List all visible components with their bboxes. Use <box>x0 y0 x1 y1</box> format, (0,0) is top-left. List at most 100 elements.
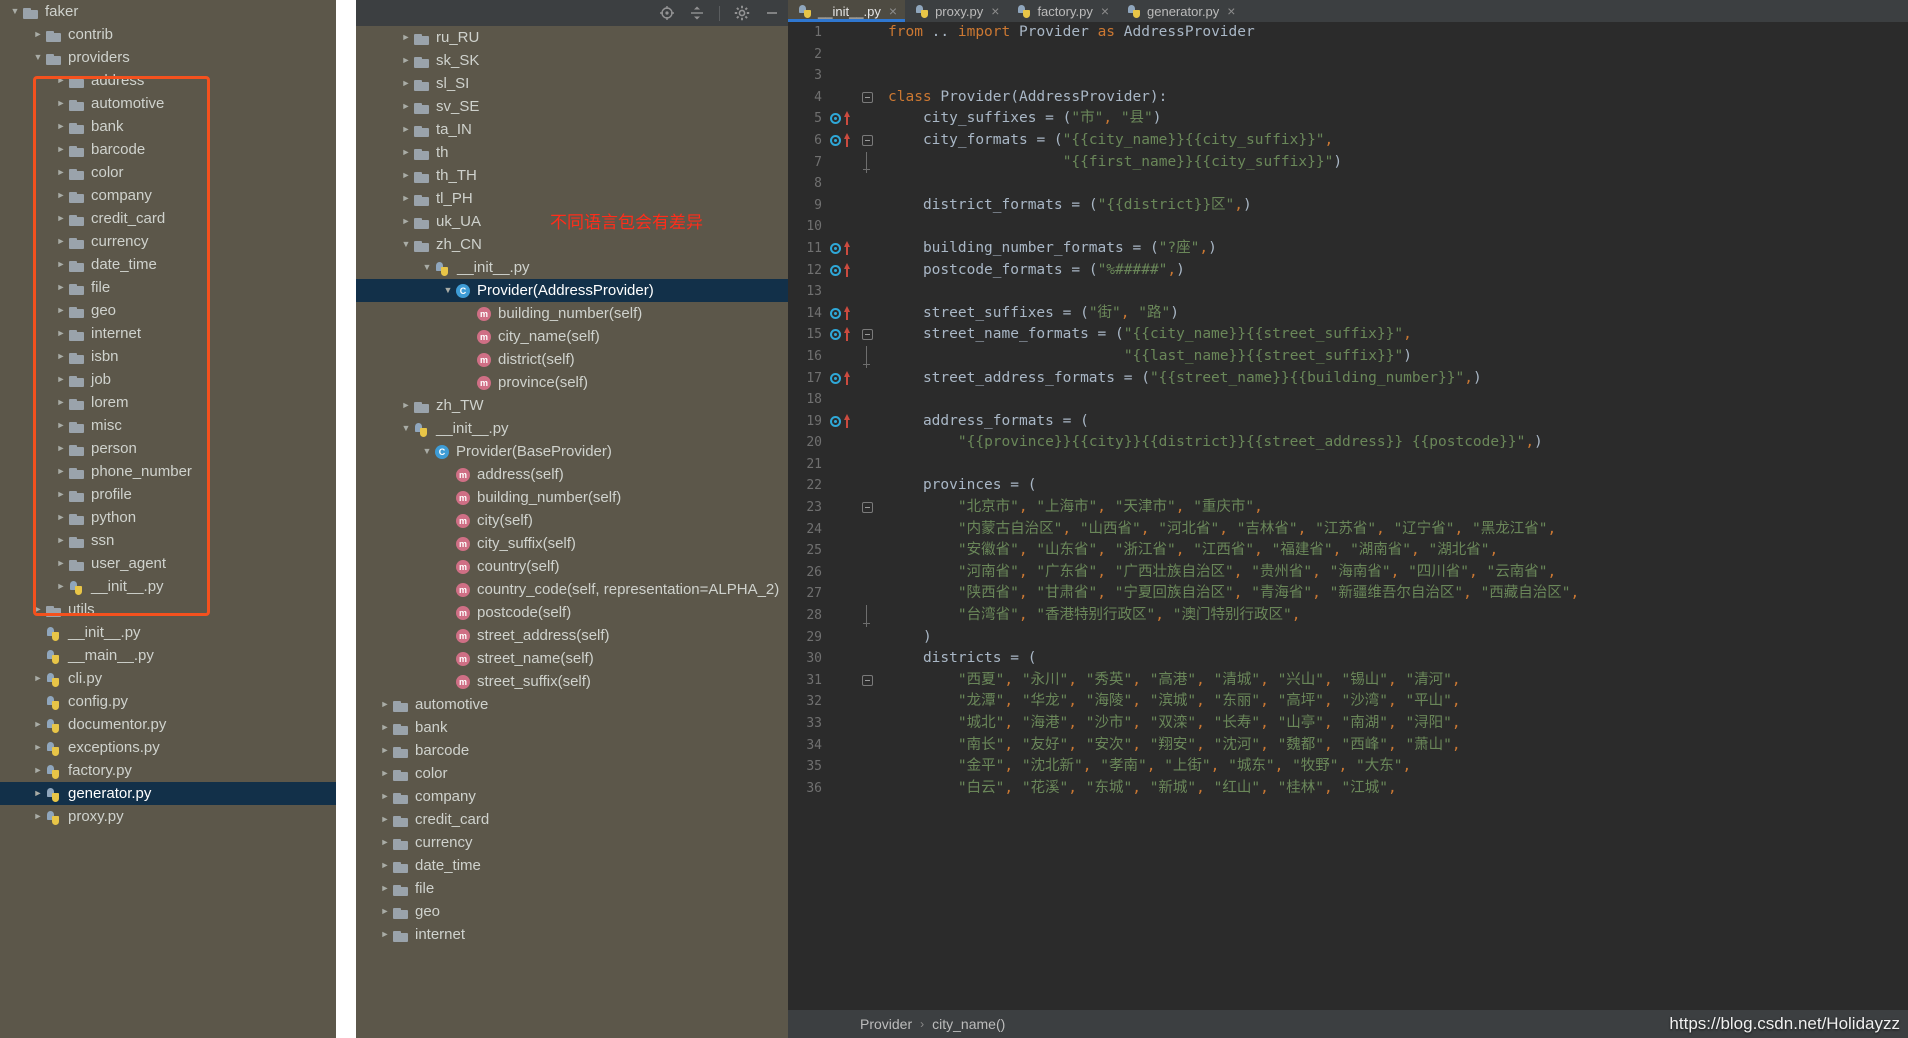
chevron-right-icon[interactable] <box>378 907 392 916</box>
tree-row[interactable]: utils <box>0 598 336 621</box>
tree-row[interactable]: documentor.py <box>0 713 336 736</box>
chevron-right-icon[interactable] <box>31 789 45 798</box>
gear-icon[interactable] <box>734 5 750 21</box>
editor-tab[interactable]: factory.py × <box>1007 0 1117 22</box>
chevron-right-icon[interactable] <box>31 674 45 683</box>
breakpoint-icon[interactable] <box>830 264 841 276</box>
chevron-right-icon[interactable] <box>54 329 68 338</box>
editor-tab-bar[interactable]: __init__.py × proxy.py × factory.py × generato… <box>788 0 1908 22</box>
tree-row[interactable]: currency <box>0 230 336 253</box>
chevron-right-icon[interactable] <box>54 352 68 361</box>
gutter-markers[interactable] <box>830 238 876 260</box>
chevron-down-icon[interactable] <box>441 286 455 295</box>
structure-panel-toolbar[interactable] <box>356 0 788 26</box>
close-icon[interactable]: × <box>1101 4 1109 18</box>
fold-collapse-icon[interactable] <box>862 674 873 686</box>
breakpoint-icon[interactable] <box>830 134 841 146</box>
tree-row[interactable]: contrib <box>0 23 336 46</box>
tree-row[interactable]: lorem <box>0 391 336 414</box>
override-arrow-icon[interactable] <box>844 240 850 255</box>
code-line[interactable]: 1 from .. import Provider as AddressProvi… <box>788 22 1908 44</box>
chevron-right-icon[interactable] <box>54 168 68 177</box>
tree-row[interactable]: company <box>356 785 788 808</box>
gutter-markers[interactable] <box>830 605 876 627</box>
code-editor-panel[interactable]: __init__.py × proxy.py × factory.py × generato… <box>788 0 1908 1038</box>
override-arrow-icon[interactable] <box>844 111 850 126</box>
close-icon[interactable]: × <box>889 4 897 18</box>
tree-row[interactable]: postcode(self) <box>356 601 788 624</box>
code-line[interactable]: 23 "北京市", "上海市", "天津市", "重庆市", <box>788 497 1908 519</box>
tree-row[interactable]: th_TH <box>356 164 788 187</box>
tree-row[interactable]: isbn <box>0 345 336 368</box>
tree-row[interactable]: file <box>0 276 336 299</box>
tree-row[interactable]: user_agent <box>0 552 336 575</box>
expand-collapse-icon[interactable] <box>689 5 705 21</box>
gutter-markers[interactable] <box>830 303 876 325</box>
chevron-right-icon[interactable] <box>54 283 68 292</box>
code-line[interactable]: 35 "金平", "沈北新", "孝南", "上街", "城东", "牧野", … <box>788 756 1908 778</box>
tree-row[interactable]: factory.py <box>0 759 336 782</box>
chevron-right-icon[interactable] <box>378 815 392 824</box>
code-line[interactable]: 2 <box>788 44 1908 66</box>
code-content[interactable]: 1 from .. import Provider as AddressProvi… <box>788 22 1908 1010</box>
tree-row[interactable]: country_code(self, representation=ALPHA_… <box>356 578 788 601</box>
tree-row[interactable]: __main__.py <box>0 644 336 667</box>
tree-row[interactable]: color <box>356 762 788 785</box>
gutter-markers[interactable] <box>830 540 876 562</box>
tree-row[interactable]: building_number(self) <box>356 302 788 325</box>
tree-row[interactable]: __init__.py <box>0 575 336 598</box>
gutter-markers[interactable] <box>830 173 876 195</box>
tree-row[interactable]: automotive <box>356 693 788 716</box>
chevron-right-icon[interactable] <box>378 792 392 801</box>
code-line[interactable]: 17 street_address_formats = ("{{street_n… <box>788 368 1908 390</box>
gutter-markers[interactable] <box>830 670 876 692</box>
tree-row[interactable]: barcode <box>356 739 788 762</box>
tree-row[interactable]: geo <box>356 900 788 923</box>
breakpoint-icon[interactable] <box>830 307 841 319</box>
breadcrumb-item[interactable]: Provider <box>860 1016 912 1032</box>
tree-row[interactable]: currency <box>356 831 788 854</box>
gutter-markers[interactable] <box>830 583 876 605</box>
tree-row[interactable]: city_suffix(self) <box>356 532 788 555</box>
tree-row[interactable]: ru_RU <box>356 26 788 49</box>
gutter-markers[interactable] <box>830 22 876 44</box>
tree-row[interactable]: ssn <box>0 529 336 552</box>
tree-row[interactable]: sl_SI <box>356 72 788 95</box>
code-line[interactable]: 7 "{{first_name}}{{city_suffix}}") <box>788 151 1908 174</box>
chevron-down-icon[interactable] <box>8 7 22 16</box>
fold-collapse-icon[interactable] <box>862 502 873 514</box>
chevron-right-icon[interactable] <box>31 30 45 39</box>
tree-row[interactable]: company <box>0 184 336 207</box>
override-arrow-icon[interactable] <box>844 262 850 277</box>
tree-row[interactable]: date_time <box>0 253 336 276</box>
tree-row[interactable]: building_number(self) <box>356 486 788 509</box>
tree-row[interactable]: Provider(BaseProvider) <box>356 440 788 463</box>
tree-row[interactable]: ta_IN <box>356 118 788 141</box>
code-line[interactable]: 10 <box>788 216 1908 238</box>
chevron-down-icon[interactable] <box>420 263 434 272</box>
left-file-tree[interactable]: faker contrib providers address automotive ba… <box>0 0 336 828</box>
code-line[interactable]: 33 "城北", "海港", "沙市", "双滦", "长寿", "山亭", "… <box>788 713 1908 735</box>
chevron-right-icon[interactable] <box>54 490 68 499</box>
code-line[interactable]: 30 districts = ( <box>788 648 1908 670</box>
code-line[interactable]: 32 "龙潭", "华龙", "海陵", "滨城", "东丽", "高坪", "… <box>788 691 1908 713</box>
chevron-right-icon[interactable] <box>378 861 392 870</box>
gutter-markers[interactable] <box>830 324 876 346</box>
breakpoint-icon[interactable] <box>830 415 841 427</box>
tree-row[interactable]: file <box>356 877 788 900</box>
tree-row[interactable]: providers <box>0 46 336 69</box>
chevron-right-icon[interactable] <box>378 769 392 778</box>
tree-row[interactable]: credit_card <box>356 808 788 831</box>
code-line[interactable]: 12 postcode_formats = ("%#####",) <box>788 260 1908 282</box>
breakpoint-icon[interactable] <box>830 113 841 125</box>
gutter-markers[interactable] <box>830 281 876 303</box>
tree-row-selected[interactable]: Provider(AddressProvider) <box>356 279 788 302</box>
chevron-right-icon[interactable] <box>378 746 392 755</box>
gutter-markers[interactable] <box>830 44 876 66</box>
code-line[interactable]: 6 city_formats = ("{{city_name}}{{city_s… <box>788 130 1908 152</box>
gutter-markers[interactable] <box>830 151 876 174</box>
code-line[interactable]: 15 street_name_formats = ("{{city_name}}… <box>788 324 1908 346</box>
chevron-right-icon[interactable] <box>54 559 68 568</box>
gutter-markers[interactable] <box>830 130 876 152</box>
chevron-right-icon[interactable] <box>54 306 68 315</box>
